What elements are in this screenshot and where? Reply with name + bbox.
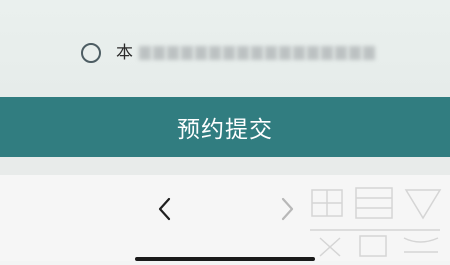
- section-divider: [0, 157, 450, 175]
- chevron-left-icon: [158, 197, 171, 221]
- blurred-consent-text: [139, 41, 375, 65]
- consent-area: 本: [0, 0, 450, 97]
- consent-radio[interactable]: [81, 43, 101, 63]
- consent-label: 本: [116, 43, 133, 63]
- watermark: [300, 180, 450, 261]
- forward-button[interactable]: [272, 194, 302, 224]
- chevron-right-icon: [281, 197, 294, 221]
- submit-button[interactable]: 预约提交: [0, 97, 450, 157]
- consent-row[interactable]: 本: [81, 41, 375, 65]
- home-indicator: [135, 257, 315, 261]
- submit-button-label: 预约提交: [177, 117, 273, 143]
- back-button[interactable]: [150, 194, 180, 224]
